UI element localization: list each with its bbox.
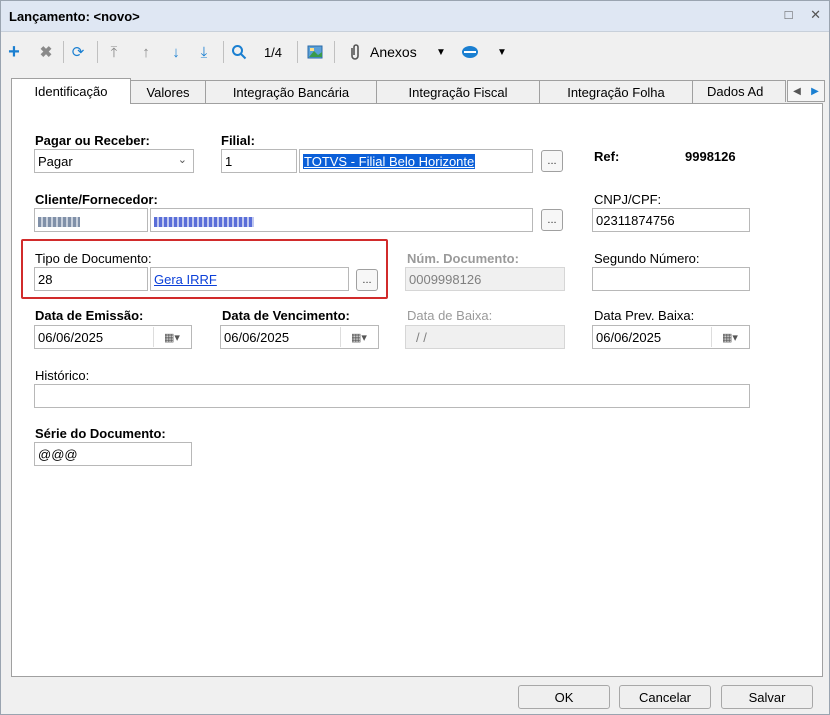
last-icon[interactable]: ⤓ <box>195 41 213 63</box>
refresh-icon[interactable]: ⟳ <box>68 41 88 63</box>
num-documento-label: Núm. Documento: <box>407 251 519 266</box>
tipo-documento-link[interactable]: Gera IRRF <box>154 272 217 287</box>
toolbar: + ✖ ⟳ ⤒ ↑ ↓ ⤓ 1/4 Anexos ▼ ▼ <box>1 33 829 71</box>
data-prev-baixa-input[interactable]: 06/06/2025 ▦▾ <box>592 325 750 349</box>
restore-icon[interactable]: □ <box>785 7 793 22</box>
data-vencimento-value: 06/06/2025 <box>224 330 290 345</box>
data-vencimento-label: Data de Vencimento: <box>222 308 350 323</box>
historico-input[interactable] <box>34 384 750 408</box>
cliente-fornecedor-code-input[interactable] <box>34 208 148 232</box>
plus-icon[interactable]: + <box>5 41 23 63</box>
calendar-icon[interactable]: ▦▾ <box>340 327 377 347</box>
tab-scroll-buttons: ◀ ▶ <box>787 80 825 102</box>
delete-icon[interactable]: ✖ <box>37 41 55 63</box>
pagar-receber-select[interactable]: Pagar ⌄ <box>34 149 194 173</box>
chevron-down-icon[interactable]: ▼ <box>434 41 448 63</box>
tab-dados-adicionais[interactable]: Dados Ad <box>692 80 786 102</box>
data-baixa-input: / / <box>405 325 565 349</box>
tab-integracao-folha[interactable]: Integração Folha <box>539 80 693 103</box>
segundo-numero-input[interactable] <box>592 267 750 291</box>
save-button[interactable]: Salvar <box>721 685 813 709</box>
tab-integracao-bancaria[interactable]: Integração Bancária <box>205 80 377 103</box>
redacted-text <box>154 216 254 227</box>
cnpj-cpf-input[interactable]: 02311874756 <box>592 208 750 232</box>
tipo-documento-lookup-button[interactable]: ... <box>356 269 378 291</box>
ref-value: 9998126 <box>685 149 736 164</box>
filial-lookup-button[interactable]: ... <box>541 150 563 172</box>
tipo-documento-code-input[interactable]: 28 <box>34 267 148 291</box>
cliente-lookup-button[interactable]: ... <box>541 209 563 231</box>
tab-valores[interactable]: Valores <box>130 80 206 103</box>
tipo-documento-name-field[interactable]: Gera IRRF <box>150 267 349 291</box>
data-prev-baixa-label: Data Prev. Baixa: <box>594 308 695 323</box>
filial-code-input[interactable]: 1 <box>221 149 297 173</box>
cnpj-cpf-label: CNPJ/CPF: <box>594 192 662 207</box>
tab-integracao-fiscal[interactable]: Integração Fiscal <box>376 80 540 103</box>
pagar-receber-label: Pagar ou Receber: <box>35 133 150 148</box>
data-baixa-label: Data de Baixa: <box>407 308 493 323</box>
filial-label: Filial: <box>221 133 255 148</box>
previous-icon[interactable]: ↑ <box>137 41 155 63</box>
redacted-text <box>38 216 80 227</box>
ref-label: Ref: <box>594 149 620 164</box>
image-icon[interactable] <box>305 41 325 63</box>
segundo-numero-label: Segundo Número: <box>594 251 700 266</box>
data-prev-baixa-value: 06/06/2025 <box>596 330 662 345</box>
num-documento-input: 0009998126 <box>405 267 565 291</box>
cliente-fornecedor-label: Cliente/Fornecedor: <box>35 192 158 207</box>
dialog-window: Lançamento: <novo> □ ✕ + ✖ ⟳ ⤒ ↑ ↓ ⤓ 1/4… <box>0 0 830 715</box>
chevron-down-icon[interactable]: ▼ <box>495 41 509 63</box>
title-bar: Lançamento: <novo> □ ✕ <box>1 1 829 32</box>
data-emissao-input[interactable]: 06/06/2025 ▦▾ <box>34 325 192 349</box>
ok-button[interactable]: OK <box>518 685 610 709</box>
chevron-down-icon: ⌄ <box>177 154 187 166</box>
data-vencimento-input[interactable]: 06/06/2025 ▦▾ <box>220 325 379 349</box>
search-icon[interactable] <box>229 41 249 63</box>
attachments-button[interactable]: Anexos <box>370 41 430 63</box>
filial-name-link[interactable]: TOTVS - Filial Belo Horizonte <box>303 154 476 169</box>
page-indicator: 1/4 <box>263 44 283 60</box>
arrow-left-icon[interactable]: ◀ <box>793 86 801 97</box>
close-icon[interactable]: ✕ <box>810 7 821 22</box>
cancel-button[interactable]: Cancelar <box>619 685 711 709</box>
serie-documento-label: Série do Documento: <box>35 426 166 441</box>
window-title: Lançamento: <novo> <box>9 9 140 24</box>
serie-documento-input[interactable]: @@@ <box>34 442 192 466</box>
next-icon[interactable]: ↓ <box>167 41 185 63</box>
filial-name-field[interactable]: TOTVS - Filial Belo Horizonte <box>299 149 533 173</box>
tipo-documento-label: Tipo de Documento: <box>35 251 152 266</box>
tab-strip: Identificação Valores Integração Bancári… <box>11 78 825 104</box>
arrow-right-icon[interactable]: ▶ <box>811 86 819 97</box>
first-icon[interactable]: ⤒ <box>105 41 123 63</box>
data-emissao-label: Data de Emissão: <box>35 308 144 323</box>
calendar-icon[interactable]: ▦▾ <box>153 327 190 347</box>
settings-icon[interactable] <box>459 41 481 63</box>
calendar-icon[interactable]: ▦▾ <box>711 327 748 347</box>
cliente-fornecedor-name-field[interactable] <box>150 208 533 232</box>
data-emissao-value: 06/06/2025 <box>38 330 104 345</box>
tab-identificacao[interactable]: Identificação <box>11 78 131 104</box>
historico-label: Histórico: <box>35 368 90 383</box>
paperclip-icon[interactable] <box>348 41 362 63</box>
pagar-receber-value: Pagar <box>38 154 73 169</box>
